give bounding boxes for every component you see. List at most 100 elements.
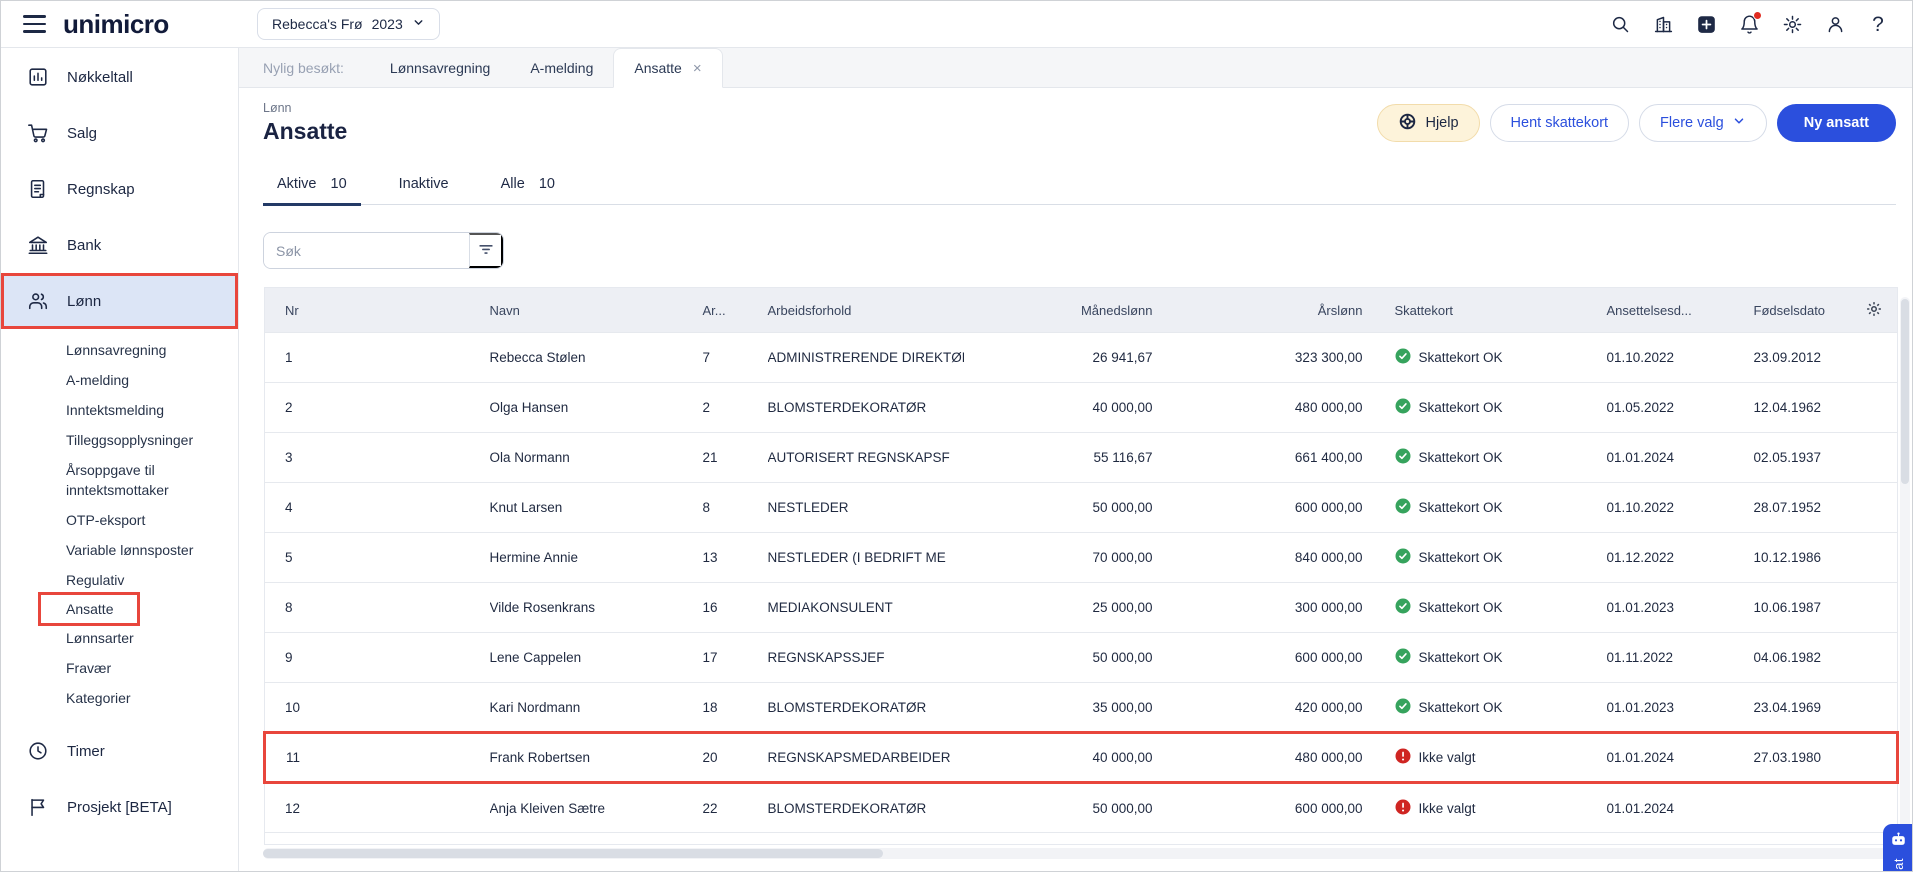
search-input[interactable] xyxy=(264,233,469,268)
chat-tab[interactable]: Chat xyxy=(1883,824,1912,871)
skattekort-status-text: Skattekort OK xyxy=(1418,450,1503,465)
cell-manedslonn: 40 000,00 xyxy=(1012,731,1155,784)
skattekort-status-text: Ikke valgt xyxy=(1418,800,1476,816)
top-bar: unimicro Rebecca's Frø 2023 ? xyxy=(1,1,1912,48)
sidebar-item-bank[interactable]: Bank xyxy=(1,217,238,273)
vertical-scrollbar-thumb[interactable] xyxy=(1901,299,1909,484)
close-icon[interactable]: × xyxy=(693,61,702,76)
sidebar-item-regnskap[interactable]: Regnskap xyxy=(1,161,238,217)
page-actions: Hjelp Hent skattekort Flere valg Ny ansatt xyxy=(1377,104,1896,142)
table-row[interactable]: 11 Frank Robertsen 20 REGNSKAPSMEDARBEIDER 4… xyxy=(263,731,1899,784)
cell-skattekort: Ikke valgt xyxy=(1364,731,1577,784)
skattekort-status-text: Skattekort OK xyxy=(1418,650,1503,665)
table-row[interactable]: 9 Lene Cappelen 17 REGNSKAPSSJEF 50 000,00 60… xyxy=(264,632,1898,683)
flere-valg-button[interactable]: Flere valg xyxy=(1639,104,1767,142)
cell-nr: 8 xyxy=(264,582,490,633)
sidebar-subitem-variable-l-nnsposter[interactable]: Variable lønnsposter xyxy=(66,535,193,565)
plus-square-icon[interactable] xyxy=(1694,13,1718,37)
cell-navn: Lene Cappelen xyxy=(489,632,703,683)
sidebar-subitem-ansatte[interactable]: Ansatte xyxy=(37,592,141,626)
cell-fodselsdato: 28.07.1952 xyxy=(1723,482,1839,533)
sidebar-item-l-nn[interactable]: Lønn xyxy=(1,273,238,329)
table-row[interactable]: 1 Rebecca Stølen 7 ADMINISTRERENDE DIREKTØR… xyxy=(264,332,1898,383)
cell-ar: 17 xyxy=(702,632,768,683)
horizontal-scrollbar[interactable] xyxy=(263,848,1896,859)
company-selector[interactable]: Rebecca's Frø 2023 xyxy=(257,8,440,40)
hjelp-button[interactable]: Hjelp xyxy=(1377,104,1480,142)
cell-arbeidsforhold: REGNSKAPSMEDARBEIDER xyxy=(767,731,1013,784)
column-header-arbeidsforhold[interactable]: Arbeidsforhold xyxy=(767,287,1013,333)
sidebar-subitem-a-melding[interactable]: A-melding xyxy=(66,365,129,395)
menu-icon[interactable] xyxy=(23,15,46,33)
cell-arbeidsforhold: NESTLEDER xyxy=(767,482,1013,533)
cell-ansettelsesdato: 01.05.2022 xyxy=(1576,382,1724,433)
cell-nr: 1 xyxy=(264,332,490,383)
filter-tab-aktive[interactable]: Aktive 10 xyxy=(263,166,361,206)
sidebar-subitem-rsoppgave-til-inntektsmottaker[interactable]: Årsoppgave til inntektsmottaker xyxy=(66,455,224,505)
sidebar-subitem-l-nnsarter[interactable]: Lønnsarter xyxy=(66,623,134,653)
tab-a-melding[interactable]: A-melding xyxy=(510,48,613,87)
cell-actions xyxy=(1838,582,1898,633)
cell-skattekort: Skattekort OK xyxy=(1364,432,1577,483)
chat-robot-icon xyxy=(1890,832,1907,852)
chat-tab-label: Chat xyxy=(1891,858,1906,871)
cell-arbeidsforhold: BLOMSTERDEKORATØR xyxy=(767,382,1013,433)
table-row[interactable]: 12 Anja Kleiven Sætre 22 BLOMSTERDEKORATØR 5… xyxy=(264,782,1898,833)
table-row[interactable]: 10 Kari Nordmann 18 BLOMSTERDEKORATØR 35 000… xyxy=(264,682,1898,733)
check-circle-icon xyxy=(1395,348,1411,367)
user-icon[interactable] xyxy=(1823,13,1847,37)
column-header-ansettelsesdato[interactable]: Ansettelsesd... xyxy=(1576,287,1724,333)
sidebar-subitem-kategorier[interactable]: Kategorier xyxy=(66,683,131,713)
sidebar-item-label: Prosjekt [BETA] xyxy=(67,798,172,816)
cell-manedslonn: 50 000,00 xyxy=(1012,782,1155,833)
bell-icon[interactable] xyxy=(1737,10,1762,37)
sidebar-item-salg[interactable]: Salg xyxy=(1,105,238,161)
cell-ansettelsesdato: 01.01.2024 xyxy=(1576,731,1724,784)
sidebar-item-label: Salg xyxy=(67,124,98,142)
tab-l-nnsavregning[interactable]: Lønnsavregning xyxy=(370,48,510,87)
horizontal-scrollbar-thumb[interactable] xyxy=(263,849,883,858)
filter-tab-inaktive[interactable]: Inaktive xyxy=(385,166,463,204)
check-circle-icon xyxy=(1395,498,1411,517)
search-icon[interactable] xyxy=(1608,13,1632,37)
filter-tab-label: Alle xyxy=(500,176,525,192)
column-header-arslonn[interactable]: Årslønn xyxy=(1154,287,1365,333)
sidebar-subitem-otp-eksport[interactable]: OTP-eksport xyxy=(66,505,145,535)
sidebar-item-prosjekt-beta[interactable]: Prosjekt [BETA] xyxy=(1,779,238,835)
vertical-scrollbar[interactable] xyxy=(1900,297,1910,857)
cell-arslonn: 420 000,00 xyxy=(1154,682,1365,733)
column-header-manedslonn[interactable]: Månedslønn xyxy=(1012,287,1155,333)
filter-tab-alle[interactable]: Alle 10 xyxy=(487,166,569,204)
table-row[interactable]: 5 Hermine Annie 13 NESTLEDER (I BEDRIFT ME 7… xyxy=(264,532,1898,583)
cell-nr: 3 xyxy=(264,432,490,483)
table-row[interactable]: 8 Vilde Rosenkrans 16 MEDIAKONSULENT 25 000,… xyxy=(264,582,1898,633)
table-row[interactable]: 3 Ola Normann 21 AUTORISERT REGNSKAPSF 55 11… xyxy=(264,432,1898,483)
table-row[interactable]: 4 Knut Larsen 8 NESTLEDER 50 000,00 600 000,0… xyxy=(264,482,1898,533)
column-settings-icon[interactable] xyxy=(1865,300,1883,321)
sidebar-item-n-kkeltall[interactable]: Nøkkeltall xyxy=(1,49,238,105)
column-header-nr[interactable]: Nr xyxy=(264,287,490,333)
hent-skattekort-button[interactable]: Hent skattekort xyxy=(1489,104,1630,142)
column-header-navn[interactable]: Navn xyxy=(489,287,703,333)
project-icon xyxy=(26,795,50,819)
sidebar-item-label: Timer xyxy=(67,742,105,760)
sidebar-subitem-inntektsmelding[interactable]: Inntektsmelding xyxy=(66,395,164,425)
sidebar-subitem-regulativ[interactable]: Regulativ xyxy=(66,565,124,595)
table-row[interactable]: 2 Olga Hansen 2 BLOMSTERDEKORATØR 40 000,00 4… xyxy=(264,382,1898,433)
button-label: Hjelp xyxy=(1425,115,1459,131)
cell-manedslonn: 26 941,67 xyxy=(1012,332,1155,383)
question-icon[interactable]: ? xyxy=(1866,13,1890,37)
sidebar-subitem-tilleggsopplysninger[interactable]: Tilleggsopplysninger xyxy=(66,425,193,455)
building-icon[interactable] xyxy=(1651,13,1675,37)
tab-ansatte[interactable]: Ansatte × xyxy=(613,48,723,88)
column-header-ar[interactable]: Ar... xyxy=(702,287,768,333)
cell-arslonn: 480 000,00 xyxy=(1154,382,1365,433)
filter-button[interactable] xyxy=(469,233,503,268)
sidebar-item-timer[interactable]: Timer xyxy=(1,723,238,779)
column-header-fodselsdato[interactable]: Fødselsdato xyxy=(1723,287,1839,333)
ny-ansatt-button[interactable]: Ny ansatt xyxy=(1776,104,1896,142)
sidebar-subitem-frav-r[interactable]: Fravær xyxy=(66,653,111,683)
sidebar-subitem-l-nnsavregning[interactable]: Lønnsavregning xyxy=(66,335,166,365)
gear-icon[interactable] xyxy=(1780,13,1804,37)
column-header-skattekort[interactable]: Skattekort xyxy=(1364,287,1577,333)
